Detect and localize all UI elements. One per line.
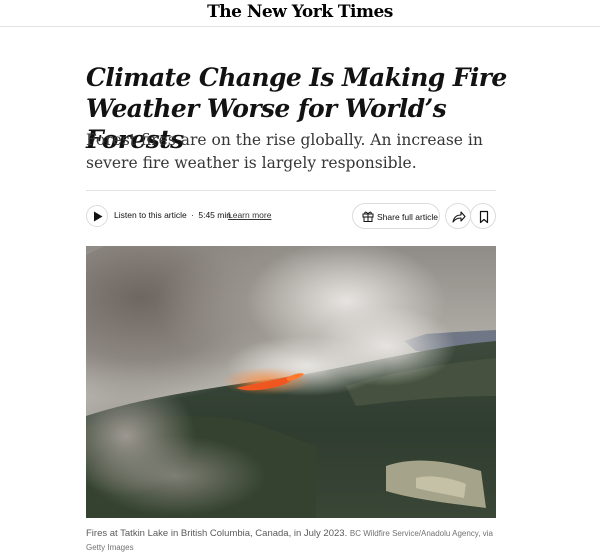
bookmark-icon — [479, 210, 489, 224]
nyt-logo[interactable]: The New York Times — [0, 2, 600, 22]
share-full-article-button[interactable]: Share full article — [352, 203, 440, 229]
listen-separator: · — [191, 210, 194, 220]
play-icon — [94, 211, 103, 222]
learn-more-link[interactable]: Learn more — [228, 210, 271, 220]
masthead: The New York Times — [0, 0, 600, 27]
listen-to-article[interactable]: Listen to this article · 5:45 min — [114, 210, 231, 220]
hero-image — [86, 246, 496, 518]
share-full-article-label: Share full article — [377, 212, 438, 222]
share-button[interactable] — [445, 203, 471, 229]
wildfire-forest-photo — [86, 246, 496, 518]
article-toolbar: Listen to this article · 5:45 min Learn … — [86, 203, 496, 231]
play-button[interactable] — [86, 205, 108, 227]
article-summary: Forest fires are on the rise globally. A… — [86, 131, 483, 172]
share-arrow-icon — [452, 211, 466, 223]
listen-duration: 5:45 min — [198, 210, 231, 220]
caption-text: Fires at Tatkin Lake in British Columbia… — [86, 528, 348, 539]
listen-label: Listen to this article — [114, 210, 187, 220]
save-button[interactable] — [470, 203, 496, 229]
gift-icon — [362, 211, 374, 222]
image-caption: Fires at Tatkin Lake in British Columbia… — [86, 527, 506, 555]
divider — [86, 190, 496, 191]
